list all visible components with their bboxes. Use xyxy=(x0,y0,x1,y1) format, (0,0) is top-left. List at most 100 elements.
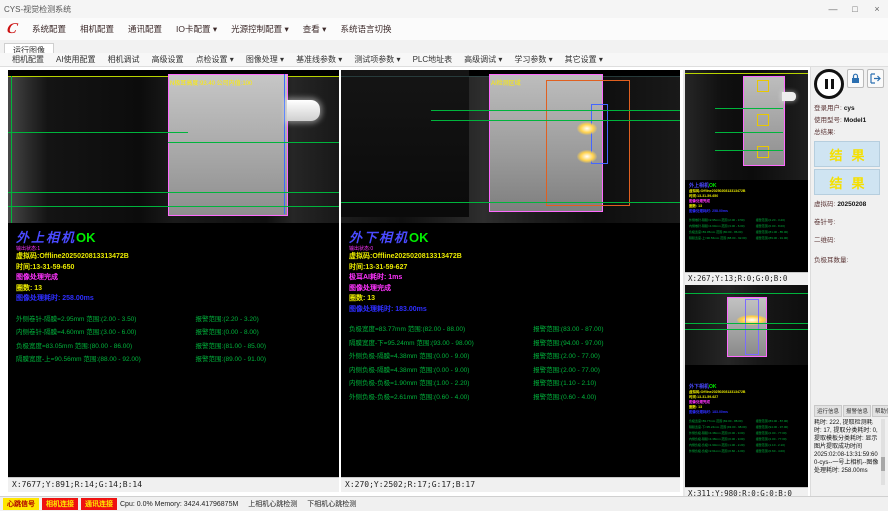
preview-upper-info: 外上相机OK 虚拟码:Offline2025020813313472B 时间:1… xyxy=(685,180,808,241)
maximize-icon[interactable]: □ xyxy=(844,1,866,17)
menu-language-switch[interactable]: 系统语言切换 xyxy=(333,23,398,35)
menu-light-config[interactable]: 光源控制配置 ▾ xyxy=(224,23,296,35)
tab-strip: 运行图像 xyxy=(0,40,888,54)
tool-camera-config[interactable]: 相机配置 xyxy=(6,54,50,65)
measure-line xyxy=(715,132,783,133)
camera-view-upper: N极耳高度:93.40 公司内值:100 外上相机OK 输出状态:1 虚拟码:O… xyxy=(8,70,339,492)
measure-line xyxy=(685,323,808,324)
pause-button[interactable] xyxy=(814,69,844,99)
log-scroll-thumb[interactable] xyxy=(881,457,885,471)
turn-count: 圈数: 13 xyxy=(349,294,672,305)
log-tab-help[interactable]: 帮助信息 xyxy=(872,405,888,417)
result-box-lower: 结果 xyxy=(814,169,880,195)
machinery-block xyxy=(341,70,469,217)
tab-count-row: 负极耳数量: xyxy=(814,255,885,267)
log-text-area[interactable]: 耗时: 222, 提取检测耗时: 17, 提取分类耗时: 0, 提取模板分类耗时… xyxy=(814,419,885,485)
login-user-row: 登录用户:cys xyxy=(814,103,885,115)
log-scrollbar[interactable] xyxy=(881,419,885,485)
menu-comm-config[interactable]: 通讯配置 xyxy=(121,23,169,35)
tool-advanced-debug[interactable]: 高级调试 ▾ xyxy=(458,54,508,65)
left-reference-line xyxy=(11,76,12,223)
tool-plc-table[interactable]: PLC地址表 xyxy=(407,54,459,65)
measure-line xyxy=(431,120,680,121)
menu-bar: C 系统配置 相机配置 通讯配置 IO卡配置 ▾ 光源控制配置 ▾ 查看 ▾ 系… xyxy=(0,18,888,41)
tool-learn-params[interactable]: 学习参数 ▾ xyxy=(508,54,558,65)
tool-ai-config[interactable]: AI使用配置 xyxy=(50,54,102,65)
cpu-memory-text: Cpu: 0.0% Memory: 3424.41796875M xyxy=(120,501,238,508)
preview-lower-image[interactable] xyxy=(685,285,808,365)
camera-lower-measurements: 负极宽度=83.77mm 范围:(82.00 - 88.00)报警范围:(83.… xyxy=(341,323,680,404)
pause-icon xyxy=(825,79,828,89)
title-bar: CYS-视觉检测系统 — □ × xyxy=(0,0,888,19)
tool-baseline-params[interactable]: 基准线参数 ▾ xyxy=(290,54,348,65)
result-box-upper: 结果 xyxy=(814,141,880,167)
login-user-value: cys xyxy=(844,105,855,112)
camera-upper-image[interactable]: N极耳高度:93.40 公司内值:100 xyxy=(8,70,339,223)
logout-button[interactable] xyxy=(867,69,884,88)
measurement-row: 负极宽度=83.05mm 范围:(80.00 - 86.00)报警范围:(81.… xyxy=(16,340,331,354)
camera-lower-image[interactable]: AI检测区域 xyxy=(341,70,680,223)
log-tab-run[interactable]: 运行信息 xyxy=(814,405,842,417)
lower-heartbeat-text: 下相机心跳检测 xyxy=(307,499,356,509)
measure-line xyxy=(341,202,680,203)
preview-upper-image[interactable] xyxy=(685,70,808,180)
menu-system-config[interactable]: 系统配置 xyxy=(25,23,73,35)
tool-advanced-settings[interactable]: 高级设置 xyxy=(146,54,190,65)
total-result-label: 总结果: xyxy=(814,127,885,139)
cell-region-box xyxy=(168,74,288,216)
ai-time: 极耳AI耗时: 1ms xyxy=(349,273,672,284)
measure-line xyxy=(685,329,808,330)
lock-button[interactable] xyxy=(847,69,864,88)
camera-lower-coord-bar: X:270;Y:2502;R:17;G:17;B:17 xyxy=(341,477,680,492)
heartbeat-badge: 心跳信号 xyxy=(3,498,39,510)
tab-highlight xyxy=(577,150,597,163)
panel-controls xyxy=(814,69,885,99)
measure-line xyxy=(715,150,783,151)
log-tab-alarm[interactable]: 报警信息 xyxy=(843,405,871,417)
detect-box xyxy=(757,146,769,158)
menu-view[interactable]: 查看 ▾ xyxy=(296,23,334,35)
model-row: 使用型号:Model1 xyxy=(814,115,885,127)
measurement-row: 负极宽度=83.77mm 范围:(82.00 - 88.00)报警范围:(83.… xyxy=(349,323,672,337)
logout-arrow-icon xyxy=(870,73,881,84)
menu-camera-config[interactable]: 相机配置 xyxy=(73,23,121,35)
app-window: CYS-视觉检测系统 — □ × C 系统配置 相机配置 通讯配置 IO卡配置 … xyxy=(0,0,888,522)
virtual-code-value: 20250208 xyxy=(837,201,866,208)
measurement-row: 外侧负极-隔膜=4.38mm 范围:(0.00 - 9.00)报警范围:(2.0… xyxy=(349,350,672,364)
main-area: N极耳高度:93.40 公司内值:100 外上相机OK 输出状态:1 虚拟码:O… xyxy=(0,67,888,496)
virtual-code-row: 虚拟码:20250208 xyxy=(814,199,885,211)
measurement-row: 外侧卷针-隔膜=2.95mm 范围:(2.00 - 3.50)报警范围:(2.2… xyxy=(16,313,331,327)
minimize-icon[interactable]: — xyxy=(822,1,844,17)
needle-row: 卷针号: xyxy=(814,217,885,229)
preview-column: 外上相机OK 虚拟码:Offline2025020813313472B 时间:1… xyxy=(683,70,808,500)
ai-region-label: AI检测区域 xyxy=(491,78,521,87)
turn-count: 圈数: 13 xyxy=(16,284,331,295)
status-bar: 心跳信号 相机连接 通讯连接 Cpu: 0.0% Memory: 3424.41… xyxy=(0,496,888,511)
tool-camera-debug[interactable]: 相机调试 xyxy=(102,54,146,65)
measurement-row: 隔膜宽度-上=90.56mm 范围:(88.00 - 92.00)报警范围:(8… xyxy=(16,353,331,367)
capture-time: 时间:13-31-59-650 xyxy=(16,263,331,274)
measurement-row: 内侧负极-负极=1.90mm 范围:(1.00 - 2.20)报警范围:(1.1… xyxy=(349,377,672,391)
close-icon[interactable]: × xyxy=(866,1,888,17)
measure-line xyxy=(8,132,188,133)
tool-image-process[interactable]: 图像处理 ▾ xyxy=(240,54,290,65)
tool-test-params[interactable]: 测试项参数 ▾ xyxy=(348,54,406,65)
tool-spot-check[interactable]: 点检设置 ▾ xyxy=(190,54,240,65)
menu-io-config[interactable]: IO卡配置 ▾ xyxy=(169,23,224,35)
detect-box xyxy=(757,80,769,92)
window-controls: — □ × xyxy=(822,1,888,17)
measure-line xyxy=(8,206,339,207)
preview-lower-camera: 外下相机OK 虚拟码:Offline2025020813313472B 时间:1… xyxy=(683,285,808,500)
tab-detect-box xyxy=(745,299,759,355)
preview-lower-info: 外下相机OK 虚拟码:Offline2025020813313472B 时间:1… xyxy=(685,381,808,454)
lock-icon xyxy=(851,73,860,84)
camera-lower-result: OK xyxy=(409,230,429,245)
app-logo-icon: C xyxy=(3,20,21,38)
tool-other-settings[interactable]: 其它设置 ▾ xyxy=(559,54,609,65)
camera-upper-result: OK xyxy=(76,230,96,245)
camera-upper-coord-bar: X:7677;Y:891;R:14;G:14;B:14 xyxy=(8,477,339,492)
camera-lower-info: 外下相机OK 输出状态:0 虚拟码:Offline202502081331347… xyxy=(341,223,680,315)
qrcode-row: 二维码: xyxy=(814,235,885,247)
camera-upper-info: 外上相机OK 输出状态:1 虚拟码:Offline202502081331347… xyxy=(8,223,339,305)
comm-connect-badge: 通讯连接 xyxy=(81,498,117,510)
